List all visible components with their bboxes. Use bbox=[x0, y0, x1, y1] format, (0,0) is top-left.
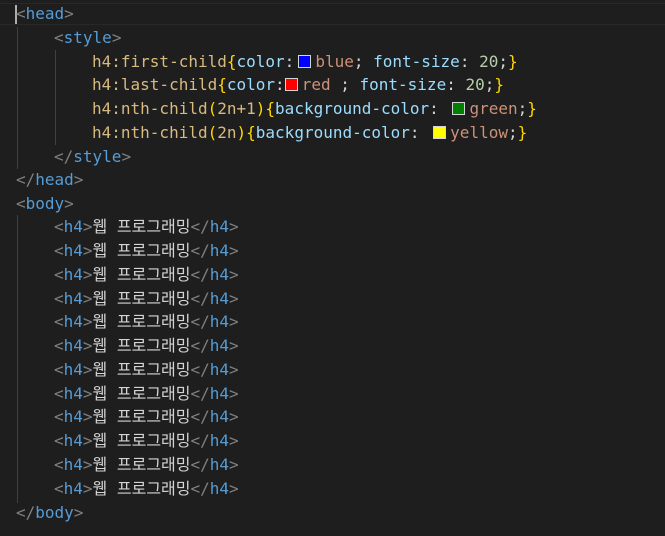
code-line-h4[interactable]: <h4>웹 프로그래밍</h4> bbox=[54, 429, 239, 453]
code-line-h4[interactable]: <h4>웹 프로그래밍</h4> bbox=[54, 239, 239, 263]
code-line-h4[interactable]: <h4>웹 프로그래밍</h4> bbox=[54, 215, 239, 239]
code-line-css-rule[interactable]: h4:first-child{color: blue; font-size: 20… bbox=[92, 50, 518, 74]
h4-content: 웹 프로그래밍 bbox=[92, 336, 191, 355]
code-line-head-close[interactable]: </head> bbox=[16, 168, 83, 192]
code-line-h4[interactable]: <h4>웹 프로그래밍</h4> bbox=[54, 310, 239, 334]
code-line-css-rule[interactable]: h4:nth-child(2n){background-color: yello… bbox=[92, 121, 527, 145]
h4-content: 웹 프로그래밍 bbox=[92, 407, 191, 426]
current-line-highlight bbox=[0, 3, 665, 25]
indent-guide bbox=[17, 27, 18, 169]
h4-content: 웹 프로그래밍 bbox=[92, 312, 191, 331]
h4-content: 웹 프로그래밍 bbox=[92, 384, 191, 403]
code-editor[interactable]: <head> <style> h4:first-child{color: blue… bbox=[0, 0, 665, 536]
code-line-h4[interactable]: <h4>웹 프로그래밍</h4> bbox=[54, 477, 239, 501]
code-line-h4[interactable]: <h4>웹 프로그래밍</h4> bbox=[54, 382, 239, 406]
code-line-h4[interactable]: <h4>웹 프로그래밍</h4> bbox=[54, 358, 239, 382]
code-line-h4[interactable]: <h4>웹 프로그래밍</h4> bbox=[54, 287, 239, 311]
code-line-h4[interactable]: <h4>웹 프로그래밍</h4> bbox=[54, 405, 239, 429]
color-swatch[interactable] bbox=[452, 102, 466, 115]
code-line-h4[interactable]: <h4>웹 프로그래밍</h4> bbox=[54, 334, 239, 358]
h4-content: 웹 프로그래밍 bbox=[92, 217, 191, 236]
h4-content: 웹 프로그래밍 bbox=[92, 360, 191, 379]
code-line-style-close[interactable]: </style> bbox=[54, 145, 131, 169]
h4-content: 웹 프로그래밍 bbox=[92, 431, 191, 450]
h4-content: 웹 프로그래밍 bbox=[92, 479, 191, 498]
color-swatch[interactable] bbox=[298, 55, 312, 68]
code-line-css-rule[interactable]: h4:nth-child(2n+1){background-color: gre… bbox=[92, 97, 537, 121]
color-swatch[interactable] bbox=[433, 126, 447, 139]
h4-content: 웹 프로그래밍 bbox=[92, 455, 191, 474]
code-line-body-close[interactable]: </body> bbox=[16, 501, 83, 525]
indent-guide bbox=[17, 215, 18, 503]
h4-content: 웹 프로그래밍 bbox=[92, 289, 191, 308]
code-line-css-rule[interactable]: h4:last-child{color: red ; font-size: 20;… bbox=[92, 73, 504, 97]
code-line-h4[interactable]: <h4>웹 프로그래밍</h4> bbox=[54, 453, 239, 477]
code-line-style-open[interactable]: <style> bbox=[54, 26, 121, 50]
color-swatch[interactable] bbox=[284, 78, 298, 91]
indent-guide bbox=[55, 50, 56, 145]
h4-content: 웹 프로그래밍 bbox=[92, 241, 191, 260]
h4-content: 웹 프로그래밍 bbox=[92, 265, 191, 284]
code-line-head-open[interactable]: <head> bbox=[16, 2, 74, 26]
code-line-body-open[interactable]: <body> bbox=[16, 192, 74, 216]
code-line-h4[interactable]: <h4>웹 프로그래밍</h4> bbox=[54, 263, 239, 287]
